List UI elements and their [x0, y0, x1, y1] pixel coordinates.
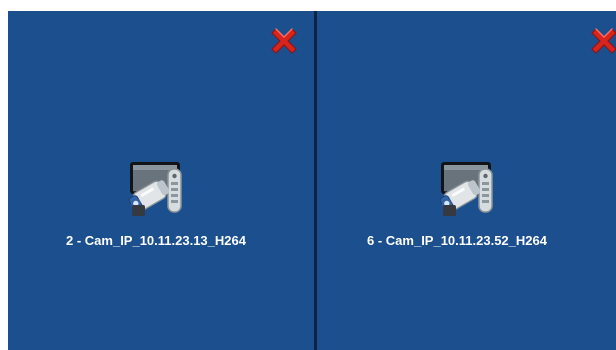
close-button[interactable]: [587, 24, 616, 58]
close-button[interactable]: [267, 24, 301, 58]
camera-name-label: 2 - Cam_IP_10.11.23.13_H264: [66, 233, 246, 248]
close-icon: [591, 28, 616, 54]
close-icon: [271, 28, 297, 54]
camera-viewer-grid: 2 - Cam_IP_10.11.23.13_H264 6 - Cam_IP_1…: [8, 11, 616, 350]
camera-tv-remote-icon: [125, 159, 187, 221]
camera-tv-remote-icon: [436, 159, 498, 221]
camera-pane-left[interactable]: 2 - Cam_IP_10.11.23.13_H264: [8, 11, 314, 350]
camera-pane-right[interactable]: 6 - Cam_IP_10.11.23.52_H264: [317, 11, 616, 350]
camera-name-label: 6 - Cam_IP_10.11.23.52_H264: [367, 233, 547, 248]
